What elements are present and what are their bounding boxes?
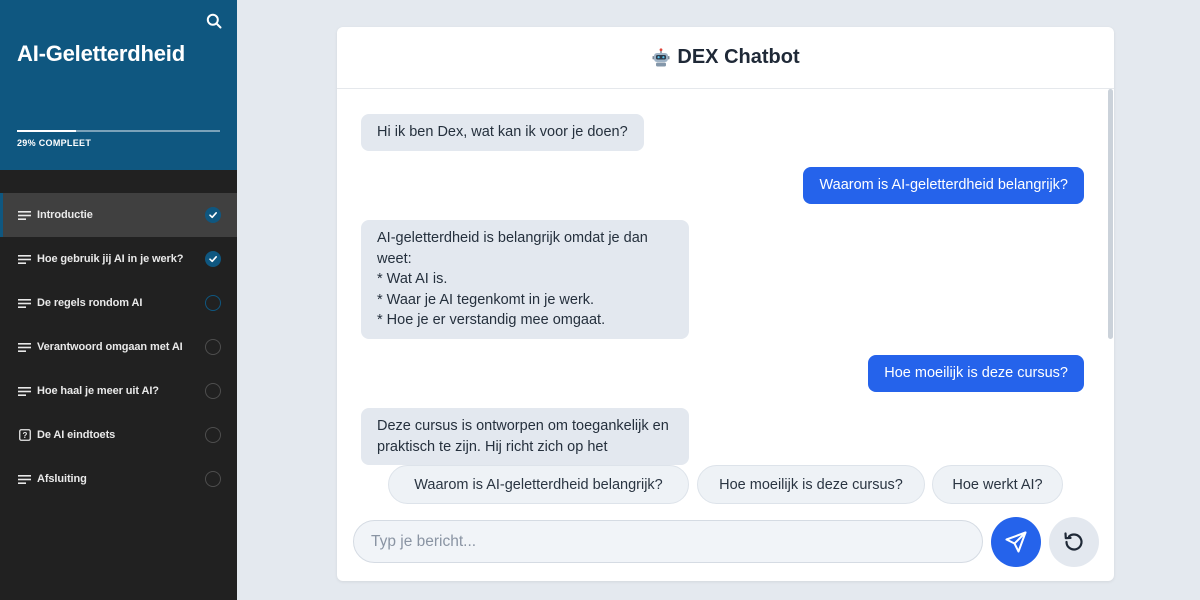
send-button[interactable] <box>991 517 1041 567</box>
user-message: Hoe moeilijk is deze cursus? <box>868 355 1084 392</box>
suggestion-chips: Waarom is AI-geletterdheid belangrijk? Ho… <box>337 465 1114 505</box>
lesson-label: Hoe gebruik jij AI in je werk? <box>37 253 184 265</box>
bot-message: AI-geletterdheid is belangrijk omdat je … <box>361 220 689 339</box>
message-list[interactable]: Hi ik ben Dex, wat kan ik voor je doen? W… <box>337 89 1114 477</box>
progress-bar <box>17 130 220 132</box>
lines-icon <box>18 473 31 486</box>
lesson-label: Afsluiting <box>37 473 87 485</box>
lines-icon <box>18 209 31 222</box>
lesson-label: De regels rondom AI <box>37 297 143 309</box>
svg-text:?: ? <box>22 431 27 440</box>
bot-message: Hi ik ben Dex, wat kan ik voor je doen? <box>361 114 644 151</box>
course-sidebar: AI-Geletterdheid 29% COMPLEET Introducti… <box>0 0 237 600</box>
lesson-item[interactable]: De regels rondom AI <box>0 281 237 325</box>
lesson-list: Introductie Hoe gebruik jij AI in je werk… <box>0 193 237 501</box>
lesson-item[interactable]: Afsluiting <box>0 457 237 501</box>
lesson-label: Hoe haal je meer uit AI? <box>37 385 159 397</box>
progress-label: 29% COMPLEET <box>17 138 92 148</box>
reset-button[interactable] <box>1049 517 1099 567</box>
quiz-icon: ? <box>18 429 31 442</box>
robot-icon <box>651 47 671 68</box>
incomplete-circle-icon <box>205 383 221 399</box>
send-icon <box>1005 531 1027 553</box>
chat-title-wrap: DEX Chatbot <box>651 46 800 69</box>
chat-title: DEX Chatbot <box>677 46 800 68</box>
checkmark-icon <box>205 207 221 223</box>
search-icon <box>206 13 222 29</box>
lesson-item[interactable]: Hoe haal je meer uit AI? <box>0 369 237 413</box>
message-list-scrollbar[interactable] <box>1108 89 1113 339</box>
lines-icon <box>18 297 31 310</box>
incomplete-circle-icon <box>205 295 221 311</box>
chat-header: DEX Chatbot <box>337 27 1114 89</box>
input-row <box>337 517 1114 567</box>
lesson-label: De AI eindtoets <box>37 429 116 441</box>
checkmark-icon <box>205 251 221 267</box>
lesson-item[interactable]: Introductie <box>0 193 237 237</box>
course-title: AI-Geletterdheid <box>17 41 185 66</box>
lesson-item[interactable]: Verantwoord omgaan met AI <box>0 325 237 369</box>
lines-icon <box>18 385 31 398</box>
progress-bar-fill <box>17 130 76 132</box>
incomplete-circle-icon <box>205 471 221 487</box>
incomplete-circle-icon <box>205 339 221 355</box>
chatbot-panel: DEX Chatbot Hi ik ben Dex, wat kan ik vo… <box>337 27 1114 581</box>
lesson-item[interactable]: Hoe gebruik jij AI in je werk? <box>0 237 237 281</box>
reset-icon <box>1064 532 1083 551</box>
suggestion-chip[interactable]: Hoe moeilijk is deze cursus? <box>697 465 925 504</box>
incomplete-circle-icon <box>205 427 221 443</box>
message-input[interactable] <box>353 520 983 563</box>
lines-icon <box>18 341 31 354</box>
lesson-label: Introductie <box>37 209 93 221</box>
lines-icon <box>18 253 31 266</box>
suggestion-chip[interactable]: Waarom is AI-geletterdheid belangrijk? <box>388 465 689 504</box>
sidebar-header: AI-Geletterdheid 29% COMPLEET <box>0 0 237 170</box>
lesson-item[interactable]: ? De AI eindtoets <box>0 413 237 457</box>
lesson-label: Verantwoord omgaan met AI <box>37 341 183 353</box>
bot-message: Deze cursus is ontworpen om toegankelijk… <box>361 408 689 465</box>
user-message: Waarom is AI-geletterdheid belangrijk? <box>803 167 1084 204</box>
search-button[interactable] <box>204 11 224 31</box>
suggestion-chip[interactable]: Hoe werkt AI? <box>932 465 1063 504</box>
